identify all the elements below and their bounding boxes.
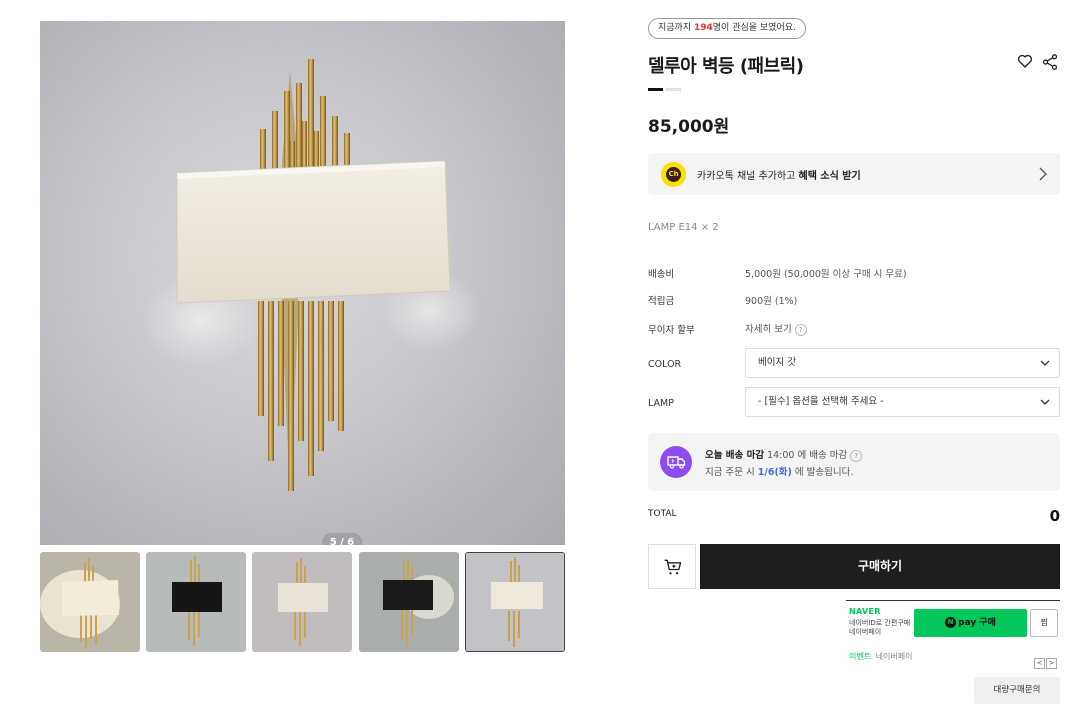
naver-pay-desc-line2: 네이버페이 [849, 628, 882, 636]
wall-sconce-black-shade-icon [146, 552, 246, 652]
wishlist-heart-button[interactable] [1016, 52, 1036, 72]
product-price: 85,000원 [648, 117, 730, 137]
kakao-text-prefix: 카카오톡 채널 추가하고 [697, 171, 799, 182]
shipping-label: 배송비 [648, 269, 675, 280]
shipping-value: 5,000원 (50,000원 이상 구매 시 무료) [745, 269, 907, 280]
naver-pay-label: pay 구매 [958, 618, 996, 628]
wall-sconce-beige-shade-selected-icon [466, 553, 564, 651]
delivery-info-box: 오늘 배송 마감 14:00 에 배송 마감? 지금 주문 시 1/6(화) 에… [648, 433, 1060, 491]
color-select[interactable]: 베이지 갓 [745, 348, 1060, 378]
delivery-title: 오늘 배송 마감 [705, 450, 765, 461]
naver-pay-event-label: 이벤트 [849, 652, 872, 661]
thumbnail-5-selected[interactable] [465, 552, 565, 652]
interest-badge: 지금까지 194명이 관심을 보였어요. [648, 18, 806, 39]
delivery-ship-date: 지금 주문 시 1/6(화) 에 발송됩니다. [705, 464, 853, 478]
wall-sconce-beige-shade-icon [252, 552, 352, 652]
lamp-spec: LAMP E14 × 2 [648, 222, 719, 233]
share-icon [1042, 54, 1058, 70]
thumbnail-1[interactable] [40, 552, 140, 652]
naver-pay-event[interactable]: 이벤트 네이버페이 [849, 651, 912, 662]
points-label: 적립금 [648, 296, 675, 307]
wall-sconce-lit-beige-shade-icon [40, 552, 140, 652]
thumbnail-3[interactable] [252, 552, 352, 652]
product-title: 델루아 벽등 (패브릭) [648, 56, 804, 77]
naver-pay-n-icon: N [945, 617, 957, 628]
bulk-order-inquiry-button[interactable]: 대량구매문의 [974, 677, 1060, 704]
lamp-select[interactable]: - [필수] 옵션을 선택해 주세요 - [745, 387, 1060, 417]
installment-value: 자세히 보기 [745, 324, 792, 335]
heart-icon [1017, 54, 1033, 68]
naver-logo: NAVER [849, 607, 881, 616]
installment-label: 무이자 할부 [648, 325, 695, 336]
naver-pay-event-sub: 네이버페이 [875, 652, 913, 661]
thumbnail-strip [40, 552, 565, 652]
kakao-text-bold: 혜택 소식 받기 [798, 171, 861, 182]
thumbnail-2[interactable] [146, 552, 246, 652]
buy-now-button[interactable]: 구매하기 [700, 544, 1060, 589]
delivery-date: 1/6(화) [757, 467, 792, 478]
naver-pay-wishlist-button[interactable]: 찜 [1030, 609, 1058, 637]
naver-pay-box: NAVER 네이버ID로 간편구매 네이버페이 Npay 구매 찜 [846, 600, 1060, 646]
lamp-select-value: - [필수] 옵션을 선택해 주세요 - [758, 396, 884, 407]
share-button[interactable] [1041, 53, 1061, 73]
delivery-line2-suffix: 에 발송됩니다. [791, 467, 854, 478]
interest-count: 194 [693, 23, 713, 33]
thumbnail-4[interactable] [359, 552, 459, 652]
interest-prefix: 지금까지 [658, 23, 694, 33]
kakao-logo-text: Ch [666, 167, 681, 182]
delivery-cutoff: 오늘 배송 마감 14:00 에 배송 마감? [705, 447, 863, 462]
cart-icon [664, 559, 682, 575]
next-arrow-icon[interactable]: > [1046, 658, 1057, 669]
color-swatch-black[interactable] [648, 88, 663, 91]
naver-pay-desc: 네이버ID로 간편구매 네이버페이 [849, 619, 910, 637]
delivery-cutoff-time: 14:00 에 배송 마감 [764, 450, 848, 461]
image-page-indicator: 5 / 6 [322, 533, 362, 545]
naver-pay-buy-button[interactable]: Npay 구매 [914, 609, 1027, 637]
help-icon[interactable]: ? [794, 323, 807, 336]
color-swatch-beige[interactable] [666, 88, 681, 91]
interest-suffix: 명이 관심을 보였어요. [712, 23, 796, 33]
chevron-right-icon [1039, 167, 1047, 181]
delivery-line2-prefix: 지금 주문 시 [705, 467, 758, 478]
delivery-truck-icon [660, 446, 692, 478]
kakao-banner-text: 카카오톡 채널 추가하고 혜택 소식 받기 [697, 167, 861, 182]
color-option-label: COLOR [648, 359, 682, 370]
add-to-cart-button[interactable] [648, 544, 696, 589]
prev-arrow-icon[interactable]: < [1034, 658, 1045, 669]
naver-pay-desc-line1: 네이버ID로 간편구매 [849, 619, 911, 627]
installment-details-link[interactable]: 자세히 보기? [745, 321, 807, 336]
kakao-channel-banner[interactable]: Ch 카카오톡 채널 추가하고 혜택 소식 받기 [648, 153, 1060, 195]
total-value: 0 [1049, 507, 1060, 525]
points-value: 900원 (1%) [745, 296, 798, 307]
color-select-value: 베이지 갓 [758, 357, 796, 368]
naver-pay-event-pager: < > [1033, 650, 1057, 669]
wall-sconce-black-shade-lit-icon [359, 552, 459, 652]
lamp-option-label: LAMP [648, 398, 674, 409]
kakao-channel-icon: Ch [661, 162, 686, 187]
chevron-down-icon [1040, 360, 1050, 366]
chevron-down-icon [1040, 399, 1050, 405]
main-product-image[interactable]: 5 / 6 [40, 21, 565, 545]
wall-sconce-image [140, 59, 480, 491]
help-icon[interactable]: ? [850, 449, 863, 462]
total-label: TOTAL [648, 509, 677, 519]
